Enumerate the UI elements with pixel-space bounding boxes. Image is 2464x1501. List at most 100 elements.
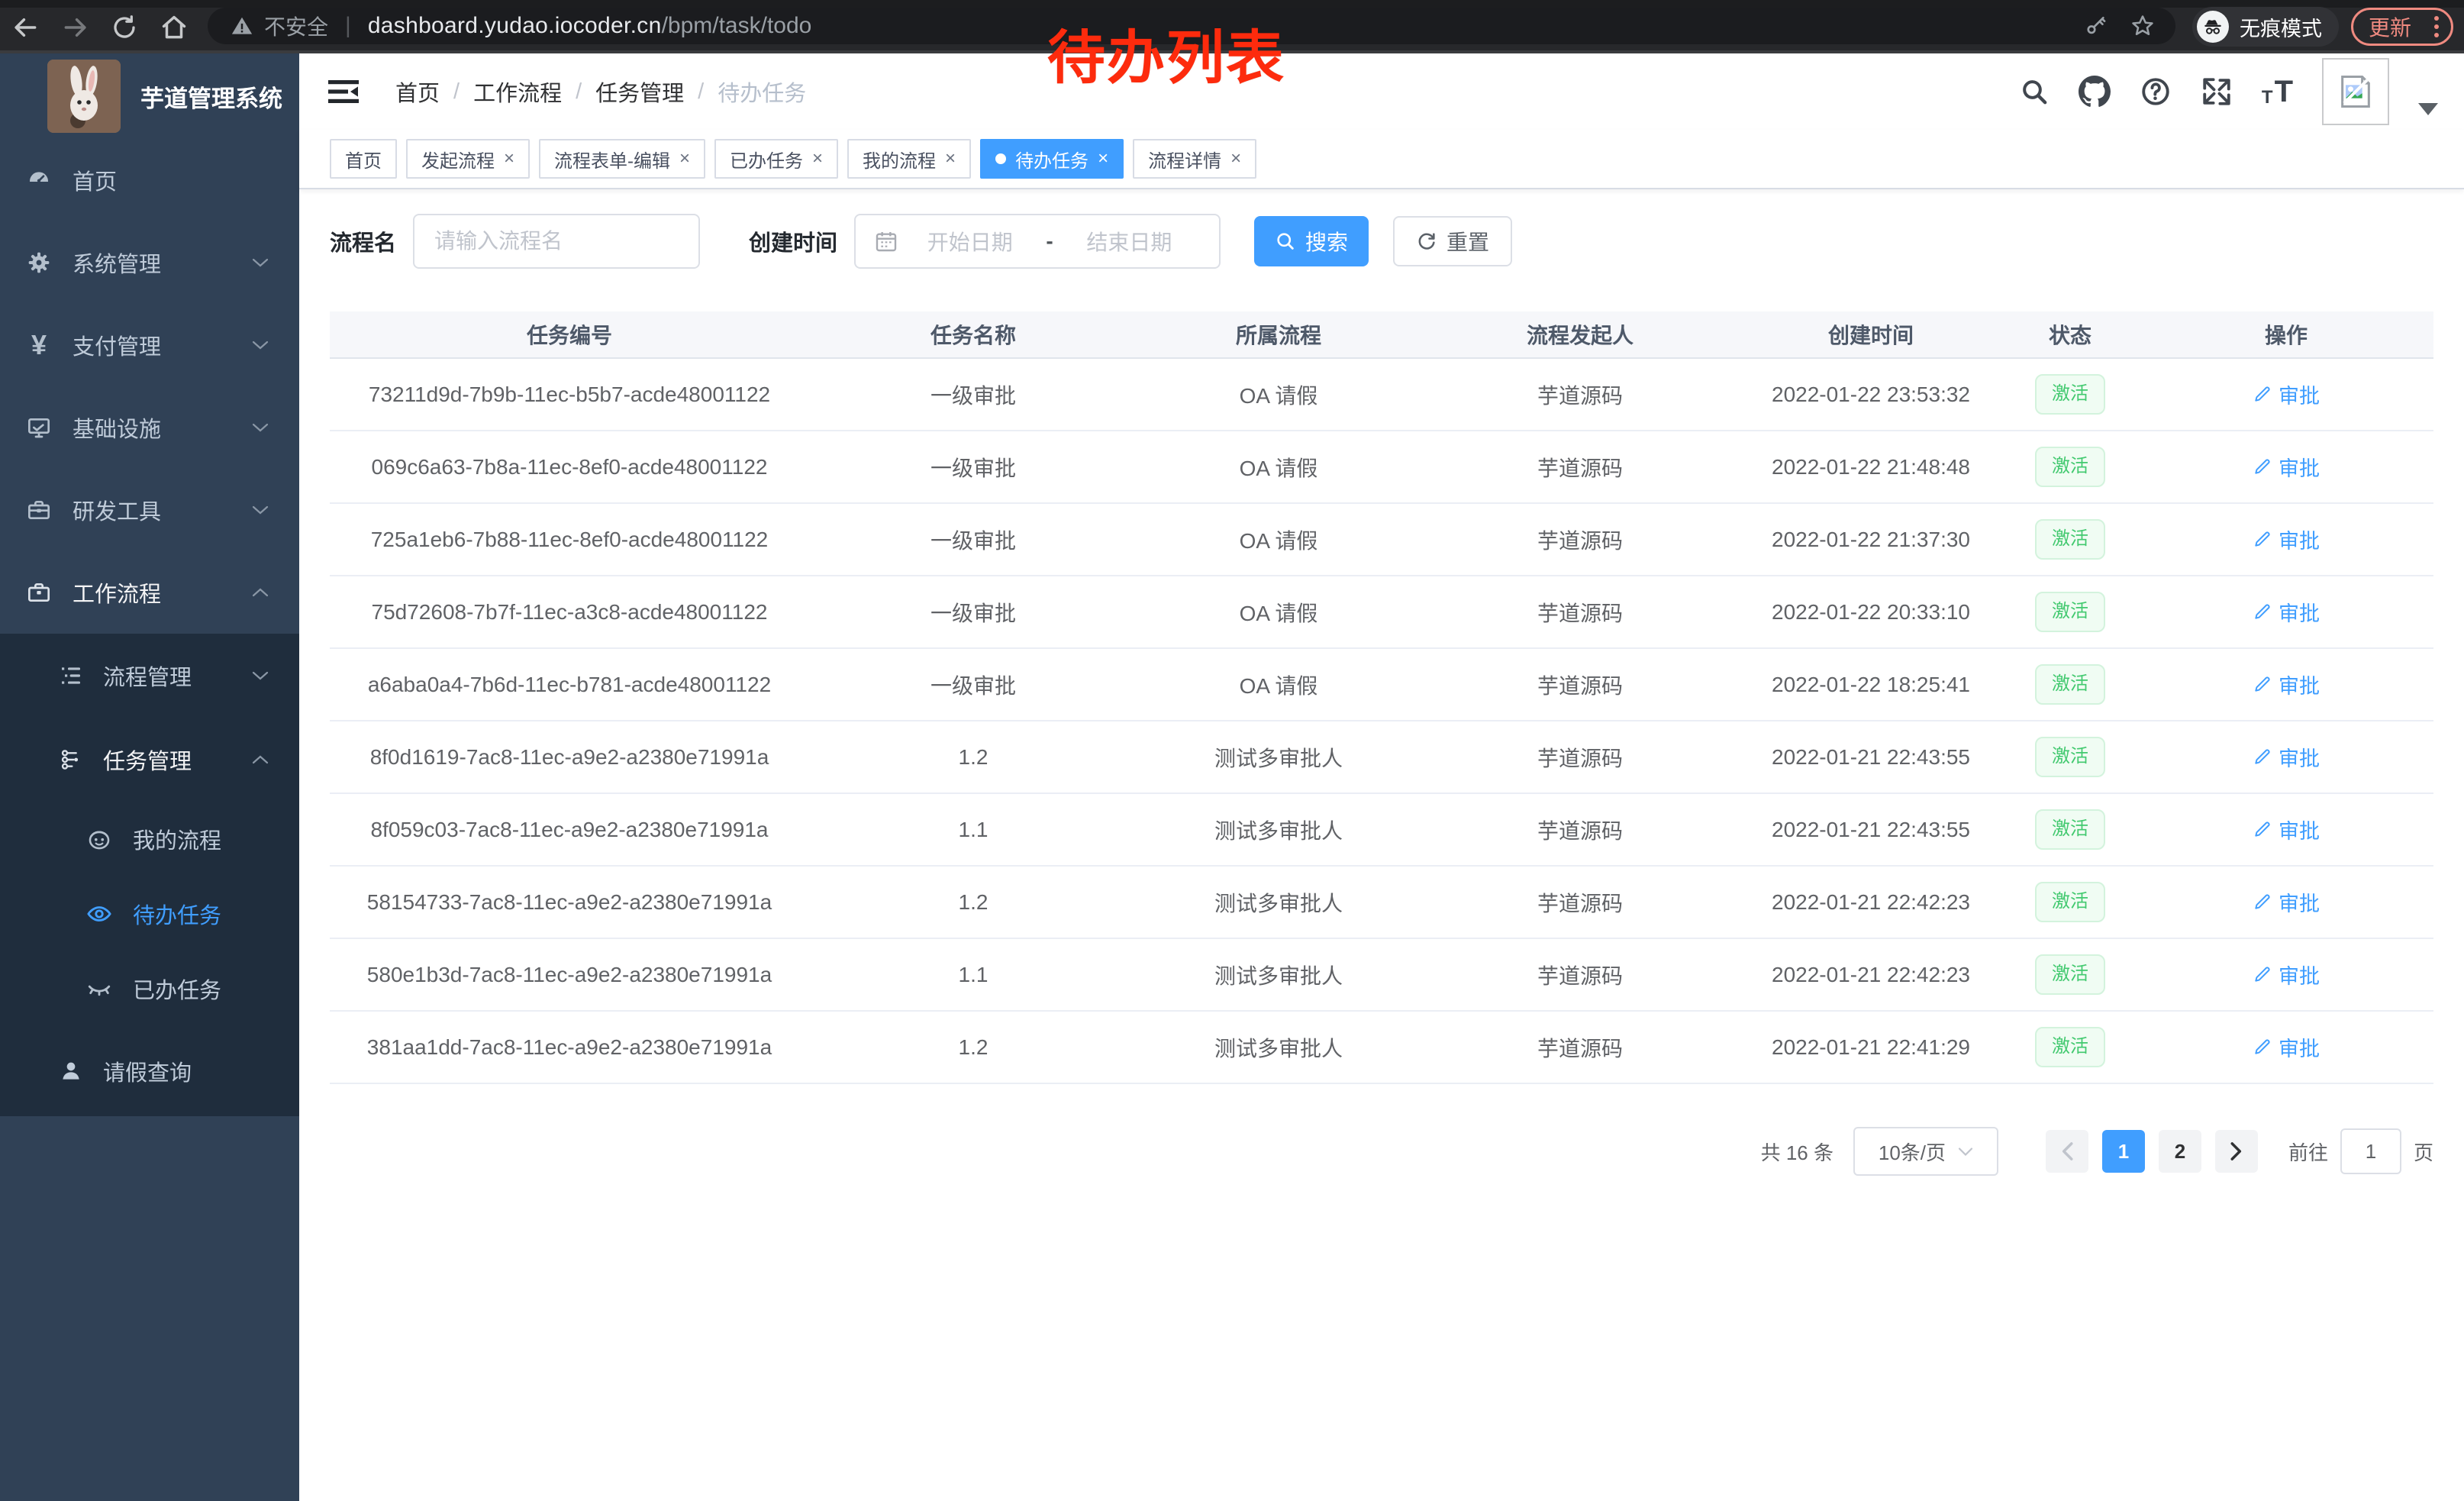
font-size-icon[interactable]: TT bbox=[2262, 76, 2293, 107]
tab-process-form-edit[interactable]: 流程表单-编辑× bbox=[539, 139, 705, 179]
sidebar-item-payment[interactable]: ¥ 支付管理 bbox=[0, 304, 299, 386]
approve-link[interactable]: 审批 bbox=[2253, 670, 2320, 699]
browser-menu-icon[interactable] bbox=[2434, 16, 2439, 37]
tab-process-detail[interactable]: 流程详情× bbox=[1133, 139, 1256, 179]
sidebar-item-todo-tasks[interactable]: 待办任务 bbox=[0, 876, 299, 951]
tab-start-process[interactable]: 发起流程× bbox=[406, 139, 530, 179]
close-icon[interactable]: × bbox=[679, 148, 690, 169]
sidebar-item-done-tasks[interactable]: 已办任务 bbox=[0, 951, 299, 1026]
avatar-caret-icon[interactable] bbox=[2418, 103, 2438, 115]
cell-task-name: 1.1 bbox=[809, 818, 1137, 842]
sidebar-item-home[interactable]: 首页 bbox=[0, 139, 299, 221]
close-icon[interactable]: × bbox=[504, 148, 514, 169]
process-name-input[interactable] bbox=[413, 214, 700, 269]
cell-task-id: 725a1eb6-7b88-11ec-8ef0-acde48001122 bbox=[330, 528, 809, 552]
cell-task-id: 580e1b3d-7ac8-11ec-a9e2-a2380e71991a bbox=[330, 963, 809, 987]
cell-create-time: 2022-01-22 18:25:41 bbox=[1740, 673, 2001, 697]
breadcrumb-workflow[interactable]: 工作流程 bbox=[473, 76, 562, 108]
main-panel: 流程名 创建时间 开始日期 - 结束日期 搜索 重置 任务编号 任务名称 bbox=[299, 189, 2464, 1176]
tab-done-tasks[interactable]: 已办任务× bbox=[714, 139, 838, 179]
url-divider: | bbox=[345, 13, 351, 39]
cell-task-name: 一级审批 bbox=[809, 379, 1137, 410]
close-icon[interactable]: × bbox=[812, 148, 823, 169]
update-label: 更新 bbox=[2369, 11, 2411, 42]
sidebar-item-devtools[interactable]: 研发工具 bbox=[0, 469, 299, 551]
page-button-1[interactable]: 1 bbox=[2102, 1130, 2145, 1173]
sidebar-item-workflow[interactable]: 工作流程 bbox=[0, 551, 299, 634]
browser-back-button[interactable] bbox=[10, 12, 40, 43]
app-logo[interactable]: 芋道管理系统 bbox=[0, 53, 299, 139]
breadcrumb-home[interactable]: 首页 bbox=[395, 76, 440, 108]
browser-reload-button[interactable] bbox=[109, 12, 140, 43]
approve-link[interactable]: 审批 bbox=[2253, 379, 2320, 409]
monitor-icon bbox=[26, 415, 52, 440]
approve-link[interactable]: 审批 bbox=[2253, 887, 2320, 917]
password-key-icon[interactable] bbox=[2084, 14, 2108, 38]
bookmark-star-icon[interactable] bbox=[2130, 13, 2156, 39]
breadcrumb-task-management[interactable]: 任务管理 bbox=[595, 76, 684, 108]
help-icon[interactable] bbox=[2140, 76, 2172, 108]
sidebar-item-task-management[interactable]: 任务管理 bbox=[0, 718, 299, 802]
close-icon[interactable]: × bbox=[1230, 148, 1241, 169]
flow-nodes-icon bbox=[58, 747, 84, 772]
cell-process: 测试多审批人 bbox=[1137, 742, 1420, 773]
sidebar-item-leave-query[interactable]: 请假查询 bbox=[0, 1026, 299, 1116]
sidebar-item-process-management[interactable]: 流程管理 bbox=[0, 634, 299, 718]
cell-process: 测试多审批人 bbox=[1137, 960, 1420, 990]
browser-update-button[interactable]: 更新 bbox=[2351, 8, 2453, 46]
pen-icon bbox=[2253, 602, 2272, 621]
approve-link[interactable]: 审批 bbox=[2253, 597, 2320, 627]
tab-todo-tasks[interactable]: 待办任务× bbox=[980, 139, 1124, 179]
approve-link[interactable]: 审批 bbox=[2253, 815, 2320, 844]
cell-starter: 芋道源码 bbox=[1420, 452, 1740, 483]
date-range-picker[interactable]: 开始日期 - 结束日期 bbox=[854, 214, 1221, 269]
cell-create-time: 2022-01-22 21:48:48 bbox=[1740, 455, 2001, 479]
cell-task-id: a6aba0a4-7b6d-11ec-b781-acde48001122 bbox=[330, 673, 809, 697]
close-icon[interactable]: × bbox=[945, 148, 956, 169]
pen-icon bbox=[2253, 964, 2272, 984]
cell-create-time: 2022-01-21 22:43:55 bbox=[1740, 818, 2001, 842]
calendar-icon bbox=[874, 229, 898, 253]
close-icon[interactable]: × bbox=[1098, 148, 1108, 169]
approve-link[interactable]: 审批 bbox=[2253, 525, 2320, 554]
cell-starter: 芋道源码 bbox=[1420, 379, 1740, 410]
status-badge: 激活 bbox=[2035, 882, 2105, 922]
github-icon[interactable] bbox=[2079, 76, 2111, 108]
approve-link[interactable]: 审批 bbox=[2253, 452, 2320, 482]
browser-forward-button[interactable] bbox=[60, 12, 91, 43]
approve-link[interactable]: 审批 bbox=[2253, 960, 2320, 989]
fullscreen-icon[interactable] bbox=[2201, 76, 2233, 108]
search-icon[interactable] bbox=[2019, 76, 2050, 107]
page-size-select[interactable]: 10条/页 bbox=[1853, 1127, 1998, 1176]
cell-task-id: 8f059c03-7ac8-11ec-a9e2-a2380e71991a bbox=[330, 818, 809, 842]
pen-icon bbox=[2253, 457, 2272, 476]
avatar[interactable] bbox=[2322, 58, 2389, 125]
sidebar-item-infrastructure[interactable]: 基础设施 bbox=[0, 386, 299, 469]
cell-starter: 芋道源码 bbox=[1420, 815, 1740, 845]
goto-label: 前往 bbox=[2288, 1138, 2328, 1166]
approve-link[interactable]: 审批 bbox=[2253, 742, 2320, 772]
list-tree-icon bbox=[58, 663, 84, 688]
cell-create-time: 2022-01-22 20:33:10 bbox=[1740, 600, 2001, 625]
approve-link[interactable]: 审批 bbox=[2253, 1032, 2320, 1062]
prev-page-button[interactable] bbox=[2046, 1130, 2088, 1173]
search-button[interactable]: 搜索 bbox=[1254, 216, 1369, 266]
sidebar: 芋道管理系统 首页 系统管理 ¥ 支付管理 基础设施 研发工具 bbox=[0, 53, 299, 1501]
incognito-badge: 无痕模式 bbox=[2192, 7, 2339, 47]
browser-home-button[interactable] bbox=[159, 12, 189, 43]
chevron-down-icon bbox=[252, 422, 269, 433]
cell-starter: 芋道源码 bbox=[1420, 960, 1740, 990]
tab-home[interactable]: 首页 bbox=[330, 139, 397, 179]
sidebar-item-system[interactable]: 系统管理 bbox=[0, 221, 299, 304]
reset-button[interactable]: 重置 bbox=[1393, 216, 1512, 266]
goto-page-input[interactable] bbox=[2340, 1128, 2401, 1174]
next-page-button[interactable] bbox=[2215, 1130, 2258, 1173]
url-domain: dashboard.yudao.iocoder.cn bbox=[368, 13, 662, 39]
page-button-2[interactable]: 2 bbox=[2159, 1130, 2201, 1173]
cell-starter: 芋道源码 bbox=[1420, 742, 1740, 773]
table-row: 580e1b3d-7ac8-11ec-a9e2-a2380e71991a 1.1… bbox=[330, 939, 2433, 1012]
tab-my-process[interactable]: 我的流程× bbox=[847, 139, 971, 179]
sidebar-item-my-process[interactable]: 我的流程 bbox=[0, 802, 299, 876]
sidebar-collapse-button[interactable] bbox=[325, 76, 362, 108]
table-row: 75d72608-7b7f-11ec-a3c8-acde48001122 一级审… bbox=[330, 576, 2433, 649]
